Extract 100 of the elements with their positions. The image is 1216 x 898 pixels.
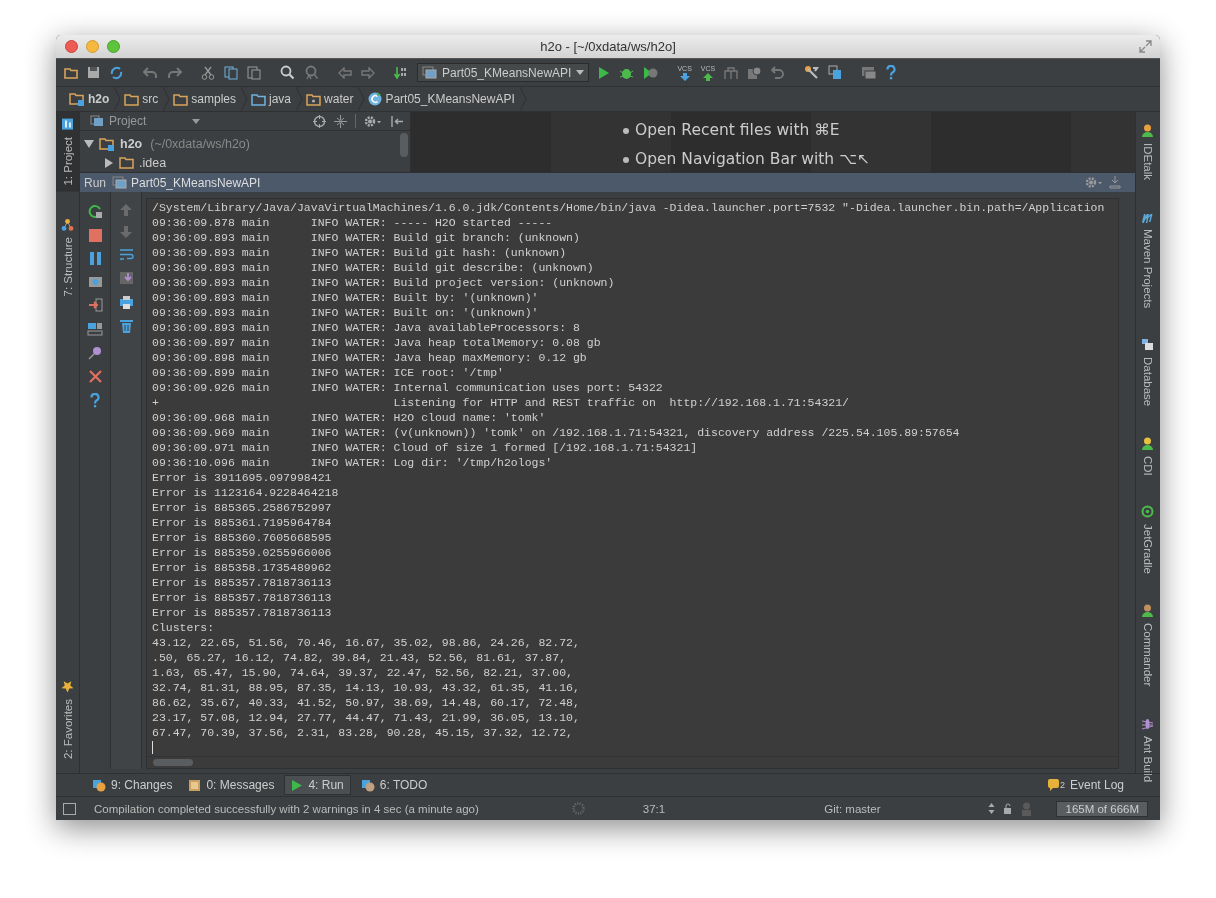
- memory-indicator[interactable]: 165M of 666M: [1056, 800, 1148, 817]
- expanded-arrow-icon[interactable]: [84, 138, 94, 149]
- help-icon[interactable]: [90, 393, 100, 408]
- tool-window-tab[interactable]: 6: TODO: [354, 775, 434, 795]
- collapsed-arrow-icon[interactable]: [104, 157, 114, 168]
- camera-icon[interactable]: [87, 275, 103, 288]
- module-folder-icon: [69, 92, 85, 106]
- scrollbar-thumb[interactable]: [400, 133, 408, 157]
- breadcrumb-item[interactable]: h2o: [66, 92, 115, 106]
- console-line: 86.62, 35.67, 40.33, 41.52, 50.97, 38.69, 14.48, 60.17, 72.48,: [152, 695, 580, 710]
- console-line: 09:36:09.968 main INFO WATER: H2O cloud name: 'tomk': [152, 410, 546, 425]
- help-icon[interactable]: [886, 65, 897, 80]
- console-line: 09:36:09.893 main INFO WATER: Java availableProcessors: 8: [152, 320, 580, 335]
- run-icon[interactable]: [598, 65, 611, 80]
- scroll-to-end-icon[interactable]: [118, 271, 134, 285]
- undo-icon[interactable]: [143, 66, 158, 79]
- tool-window-tab[interactable]: 1: Project: [56, 112, 79, 192]
- editor-tip: Open Recent files with ⌘E: [635, 120, 840, 141]
- paste-icon[interactable]: [247, 65, 261, 80]
- tool-window-tab[interactable]: 2: Favorites: [56, 673, 79, 765]
- tool-window-tab[interactable]: JetGradle: [1136, 499, 1159, 581]
- package-folder-icon: [306, 92, 322, 106]
- console-line: 23.17, 57.08, 12.94, 27.77, 44.47, 71.43, 21.99, 36.05, 13.10,: [152, 710, 580, 725]
- replace-icon[interactable]: [304, 65, 319, 80]
- scrollbar-thumb[interactable]: [153, 759, 193, 766]
- hide-panel-icon[interactable]: [390, 114, 404, 128]
- tree-item[interactable]: .idea: [80, 153, 167, 172]
- folder-icon: [251, 92, 267, 106]
- tool-window-tab[interactable]: Ant Build: [1136, 710, 1159, 788]
- close-icon[interactable]: [65, 40, 78, 53]
- star-icon: [61, 679, 74, 693]
- gradle-icon: [1141, 505, 1154, 519]
- tool-window-tab[interactable]: 9: Changes: [86, 775, 179, 795]
- exit-icon[interactable]: [87, 298, 103, 312]
- window-icon: [112, 176, 127, 189]
- caret-icon: [192, 118, 200, 124]
- folder-icon[interactable]: [64, 66, 78, 79]
- close-icon[interactable]: [88, 370, 102, 383]
- coverage-icon[interactable]: [643, 65, 659, 80]
- wrench-icon[interactable]: [804, 65, 820, 80]
- settings-icon[interactable]: [1085, 176, 1103, 189]
- console-line: .50, 65.27, 16.12, 74.82, 39.84, 21.43, 52.56, 81.61, 37.87,: [152, 650, 567, 665]
- lock-icon[interactable]: [1003, 803, 1014, 814]
- print-icon[interactable]: [118, 295, 134, 309]
- updown-arrow-icon[interactable]: [988, 803, 996, 814]
- person-icon: [1141, 436, 1154, 450]
- save-icon[interactable]: [87, 66, 100, 79]
- binary-down-icon[interactable]: [394, 65, 408, 80]
- back-arrow-icon[interactable]: [338, 66, 352, 79]
- zoom-icon[interactable]: [107, 40, 120, 53]
- trash-icon[interactable]: [119, 319, 133, 333]
- tool-window-tab[interactable]: CDI: [1136, 430, 1159, 482]
- rerun-icon[interactable]: [87, 204, 103, 219]
- cut-icon[interactable]: [201, 65, 215, 80]
- forward-arrow-icon[interactable]: [361, 66, 375, 79]
- locate-icon[interactable]: [313, 114, 326, 128]
- tool-window-tab[interactable]: Database: [1136, 332, 1159, 413]
- console-line: Error is 885357.7818736113: [152, 575, 332, 590]
- tree-item[interactable]: h2o (~/0xdata/ws/h2o): [80, 134, 250, 153]
- folder-icon: [173, 92, 189, 106]
- sync-icon[interactable]: [109, 65, 124, 80]
- soft-wrap-icon[interactable]: [118, 248, 134, 261]
- tool-window-tab[interactable]: 7: Structure: [56, 211, 79, 303]
- stop-icon[interactable]: [88, 229, 102, 242]
- breadcrumb-item[interactable]: samples: [170, 92, 242, 106]
- panel-toggle-icon[interactable]: [63, 802, 76, 815]
- fullscreen-icon[interactable]: [1139, 40, 1152, 53]
- vcs-branch[interactable]: Git: master: [824, 802, 881, 815]
- caret-position[interactable]: 37:1: [642, 802, 666, 815]
- copy-icon[interactable]: [224, 65, 238, 80]
- structure-icon[interactable]: [828, 65, 843, 80]
- project-icon: [61, 118, 74, 131]
- database-icon: [1141, 338, 1154, 352]
- breadcrumb-item[interactable]: Part05_KMeansNewAPI: [365, 92, 520, 106]
- run-configuration-tab[interactable]: Part05_KMeansNewAPI: [112, 175, 261, 190]
- minimize-panel-icon[interactable]: [1109, 176, 1121, 189]
- pin-icon[interactable]: [88, 346, 102, 360]
- breadcrumb-item[interactable]: water: [303, 92, 359, 106]
- ant-icon: [1141, 716, 1154, 730]
- breadcrumb-item[interactable]: src: [121, 92, 164, 106]
- tool-window-tab[interactable]: Commander: [1136, 598, 1159, 693]
- search-icon[interactable]: [280, 65, 295, 80]
- collapse-icon[interactable]: [334, 114, 347, 128]
- folder-icon: [124, 92, 140, 106]
- console-line: + Listening for HTTP and REST traffic on http://192.168.1.71:54321/: [152, 395, 849, 410]
- project-view-dropdown[interactable]: Project: [90, 114, 200, 128]
- message-icon: [188, 778, 202, 792]
- revert-icon[interactable]: [771, 66, 786, 79]
- pause-icon[interactable]: [88, 252, 102, 265]
- run-configuration-dropdown[interactable]: Part05_KMeansNewAPI: [417, 63, 590, 82]
- settings-icon[interactable]: [364, 114, 382, 128]
- tool-window-tab[interactable]: IDEtalk: [1136, 118, 1159, 187]
- tool-window-tab[interactable]: 4: Run: [284, 775, 351, 795]
- tool-window-tab[interactable]: Maven Projects: [1136, 204, 1159, 315]
- console-line: Error is 885361.7195964784: [152, 515, 332, 530]
- tool-window-tab[interactable]: 0: Messages: [182, 775, 281, 795]
- layout-icon[interactable]: [87, 322, 103, 336]
- console-line: 09:36:09.926 main INFO WATER: Internal communication uses port: 54322: [152, 380, 663, 395]
- breadcrumb-item[interactable]: java: [248, 92, 297, 106]
- redo-icon[interactable]: [167, 66, 182, 79]
